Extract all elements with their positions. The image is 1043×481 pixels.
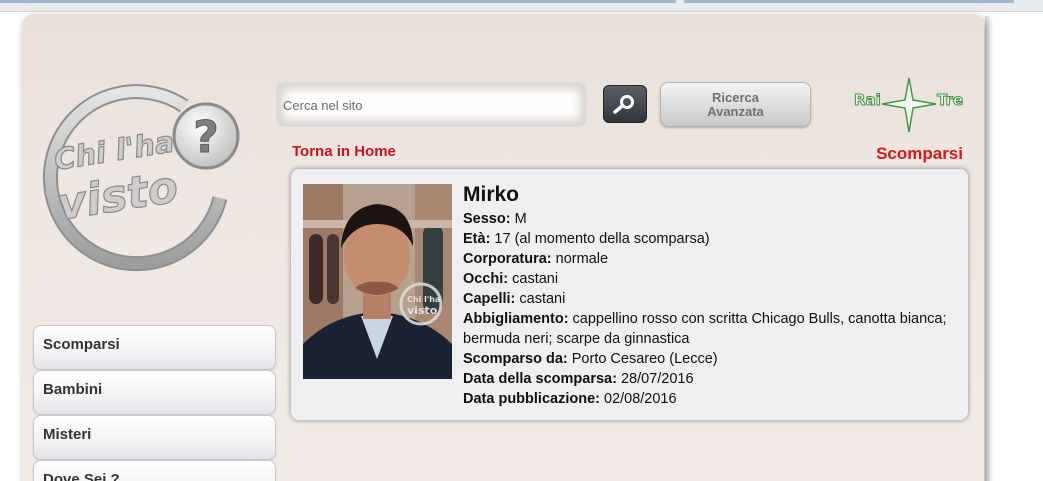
sidebar-item-misteri[interactable]: Misteri bbox=[33, 415, 276, 460]
field-label: Corporatura: bbox=[463, 251, 552, 267]
rai-text: Rai bbox=[854, 91, 881, 109]
detail-row-published-date: Data pubblicazione: 02/08/2016 bbox=[463, 389, 953, 409]
back-to-home-link[interactable]: Torna in Home bbox=[292, 143, 396, 160]
advanced-search-label-2: Avanzata bbox=[707, 103, 764, 119]
rai-tre-logo[interactable]: Rai Tre bbox=[852, 76, 970, 134]
field-label: Data della scomparsa: bbox=[463, 371, 617, 387]
field-label: Occhi: bbox=[463, 271, 509, 287]
advanced-search-button[interactable]: Ricerca Avanzata bbox=[660, 82, 811, 127]
detail-row-clothing: Abbigliamento: cappellino rosso con scrit… bbox=[463, 309, 953, 349]
detail-row-eyes: Occhi: castani bbox=[463, 269, 953, 289]
person-name: Mirko bbox=[463, 183, 520, 206]
person-details: Mirko Sesso: M Età: 17 (al momento della s… bbox=[463, 182, 953, 409]
search-icon bbox=[613, 95, 634, 114]
advanced-search-label-1: Ricerca bbox=[712, 89, 759, 105]
field-label: Capelli: bbox=[463, 291, 516, 307]
detail-row-missing-from: Scomparso da: Porto Cesareo (Lecce) bbox=[463, 349, 953, 369]
tre-text: Tre bbox=[937, 91, 963, 109]
field-label: Abbigliamento: bbox=[463, 311, 569, 327]
person-photo: Chi l'ha visto bbox=[303, 184, 452, 379]
detail-row-missing-date: Data della scomparsa: 28/07/2016 bbox=[463, 369, 953, 389]
browser-top-strip bbox=[0, 0, 1043, 12]
field-value: normale bbox=[555, 251, 609, 267]
field-value: castani bbox=[512, 271, 559, 287]
field-value: 28/07/2016 bbox=[620, 371, 694, 387]
sidebar-menu: Scomparsi Bambini Misteri Dove Sei ? bbox=[33, 325, 276, 481]
sidebar-item-label: Misteri bbox=[43, 426, 92, 443]
photo-watermark-line2: visto bbox=[407, 304, 438, 317]
sidebar-item-bambini[interactable]: Bambini bbox=[33, 370, 276, 415]
photo-watermark-line1: Chi l'ha bbox=[407, 295, 440, 304]
chi-lha-visto-logo[interactable]: ? Chi l'ha visto bbox=[34, 78, 246, 284]
field-value: M bbox=[514, 211, 527, 227]
search-field[interactable] bbox=[276, 82, 587, 127]
detail-row-sex: Sesso: M bbox=[463, 209, 953, 229]
page-shadow bbox=[985, 16, 993, 481]
tab-indicator bbox=[684, 0, 1014, 3]
section-title: Scomparsi bbox=[876, 144, 963, 163]
field-label: Età: bbox=[463, 231, 491, 247]
field-value: Porto Cesareo (Lecce) bbox=[571, 351, 718, 367]
sidebar-item-label: Scomparsi bbox=[43, 336, 120, 353]
field-value: 02/08/2016 bbox=[603, 391, 677, 407]
field-label: Scomparso da: bbox=[463, 351, 568, 367]
tab-indicator bbox=[0, 0, 676, 3]
sidebar-item-label: Bambini bbox=[43, 381, 103, 398]
field-label: Data pubblicazione: bbox=[463, 391, 600, 407]
field-label: Sesso: bbox=[463, 211, 511, 227]
sidebar-item-dove-sei[interactable]: Dove Sei ? bbox=[33, 460, 276, 481]
logo-question-mark: ? bbox=[193, 112, 219, 163]
sidebar-item-scomparsi[interactable]: Scomparsi bbox=[33, 325, 276, 370]
detail-row-hair: Capelli: castani bbox=[463, 289, 953, 309]
field-value: 17 (al momento della scomparsa) bbox=[494, 231, 710, 247]
search-input[interactable] bbox=[283, 95, 578, 115]
detail-row-build: Corporatura: normale bbox=[463, 249, 953, 269]
field-value: castani bbox=[519, 291, 566, 307]
detail-row-age: Età: 17 (al momento della scomparsa) bbox=[463, 229, 953, 249]
search-button[interactable] bbox=[603, 85, 647, 123]
sidebar-item-label: Dove Sei ? bbox=[43, 471, 120, 481]
